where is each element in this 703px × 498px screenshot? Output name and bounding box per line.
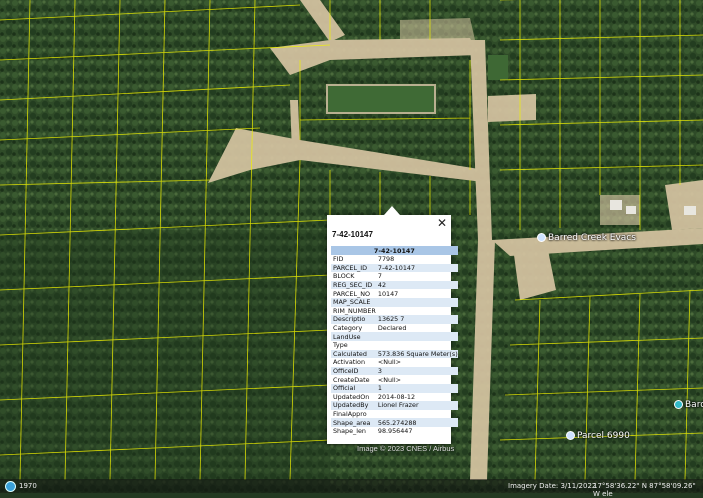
globe-icon[interactable] (5, 481, 16, 492)
table-row: REG_SEC_ID 42 (331, 280, 458, 290)
field-value: Declared (377, 324, 407, 333)
place-pin-icon (537, 233, 546, 242)
table-row: FinalAppro (331, 410, 458, 419)
field-value (376, 341, 458, 350)
table-row: LandUse (331, 332, 458, 341)
field-value (376, 307, 458, 316)
field-name: Type (333, 341, 348, 350)
field-value: 3 (375, 366, 458, 376)
table-row: UpdatedOn 2014-08-12 (331, 393, 458, 402)
table-row: UpdatedBy Lionel Frazer (331, 401, 458, 410)
field-name: Shape_area (331, 418, 376, 427)
field-name: FID (333, 255, 344, 264)
field-name: Category (333, 324, 363, 333)
field-name: OfficeID (331, 366, 376, 376)
table-row: Activation <Null> (331, 358, 458, 367)
table-row: PARCEL_ID 7-42-10147 (331, 263, 458, 273)
field-name: Shape_len (333, 427, 366, 436)
field-value: 2014-08-12 (377, 392, 416, 401)
field-name: UpdatedOn (333, 392, 370, 401)
field-value (376, 410, 458, 419)
field-name: RIM_NUMBER (333, 306, 376, 315)
attribute-table: 7-42-10147 FID 7798 PARCEL_ID 7-42-10147 BLO… (331, 246, 458, 435)
field-value: 7 (377, 272, 382, 281)
field-name: FinalAppro (333, 409, 367, 418)
table-row: MAP_SCALE (331, 297, 458, 307)
field-name: Official (331, 383, 376, 393)
field-name: MAP_SCALE (331, 297, 376, 307)
street-label[interactable]: Barred Creek Evacs (537, 233, 636, 243)
table-row: Category Declared (331, 324, 458, 333)
field-value: 1 (375, 383, 458, 393)
table-row: Official 1 (331, 383, 458, 393)
field-value: <Null> (377, 358, 401, 367)
field-name: PARCEL_NO (333, 289, 371, 298)
field-name: Activation (333, 358, 365, 367)
table-row: BLOCK 7 (331, 272, 458, 281)
right-edge-label[interactable]: Barda (674, 400, 703, 410)
field-value: 565.274288 (375, 418, 458, 427)
table-row: Descriptio 13625 7 (331, 315, 458, 324)
field-name: CreateDate (333, 375, 370, 384)
field-name: Calculated (331, 349, 376, 359)
table-header: 7-42-10147 (331, 246, 458, 255)
popup-pointer (384, 206, 400, 215)
table-row: Type (331, 341, 458, 350)
table-row: FID 7798 (331, 255, 458, 264)
place-label[interactable]: Parcel 6990 (566, 431, 630, 441)
field-value: <Null> (377, 375, 401, 384)
table-row: RIM_NUMBER (331, 307, 458, 316)
coordinates-readout: 17°58'36.22" N 87°58'09.26" W ele (593, 482, 696, 498)
imagery-copyright: Image © 2023 CNES / Airbus (357, 444, 455, 453)
field-name: LandUse (331, 332, 376, 341)
parcel-info-popup: ✕ 7-42-10147 7-42-10147 FID 7798 PARCEL_ID… (327, 206, 458, 444)
field-value: 98.956447 (377, 427, 413, 436)
field-value: 13625 7 (375, 315, 458, 324)
table-row: Shape_area 565.274288 (331, 418, 458, 427)
field-value (375, 332, 458, 341)
field-name: Descriptio (331, 315, 376, 324)
place-pin-icon (674, 400, 683, 409)
table-row: CreateDate <Null> (331, 375, 458, 384)
table-row: Shape_len 98.956447 (331, 427, 458, 436)
historical-imagery-year[interactable]: 1970 (19, 482, 37, 490)
field-value: 573.836 Square Meter(s) (375, 349, 458, 359)
field-name: PARCEL_ID (331, 263, 376, 273)
field-value: 7-42-10147 (375, 263, 458, 273)
status-bar: 1970 Imagery Date: 3/11/2022 17°58'36.22… (0, 479, 703, 498)
table-row: PARCEL_NO 10147 (331, 289, 458, 298)
place-pin-icon (566, 431, 575, 440)
close-icon[interactable]: ✕ (437, 216, 447, 230)
imagery-date: Imagery Date: 3/11/2022 (508, 482, 597, 490)
field-value: 10147 (377, 289, 399, 298)
field-name: BLOCK (333, 272, 355, 281)
field-value: 42 (375, 280, 458, 290)
field-name: UpdatedBy (331, 401, 376, 410)
field-value (375, 297, 458, 307)
field-value: 7798 (377, 255, 395, 264)
table-row: Calculated 573.836 Square Meter(s) (331, 349, 458, 359)
popup-title: 7-42-10147 (332, 230, 373, 239)
field-name: REG_SEC_ID (331, 280, 376, 290)
field-value: Lionel Frazer (375, 401, 458, 410)
table-row: OfficeID 3 (331, 366, 458, 376)
